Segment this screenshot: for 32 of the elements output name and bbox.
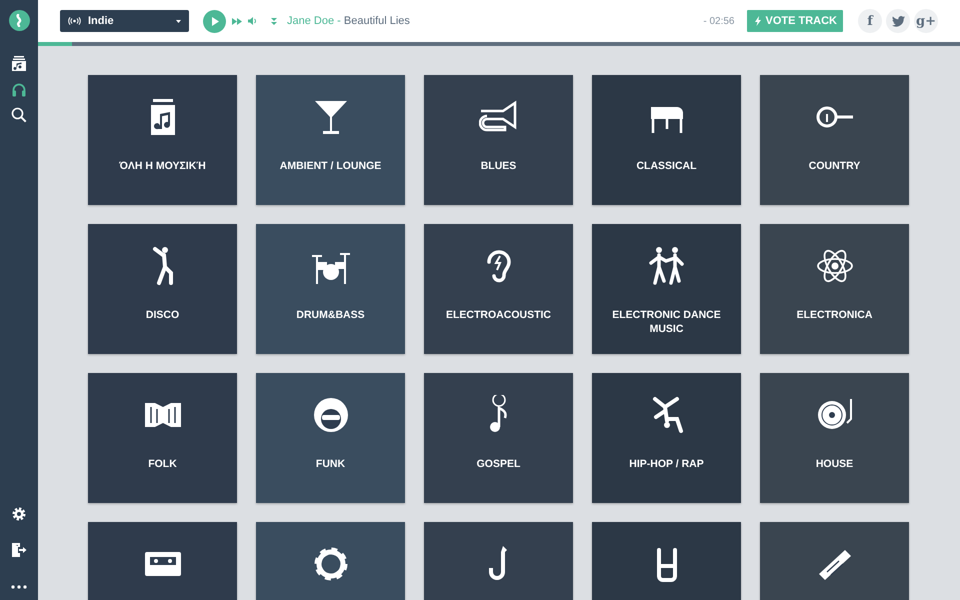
genre-tile[interactable]: FOLK [88,373,237,503]
genre-tile[interactable]: ELECTRONIC DANCE MUSIC [592,224,741,354]
genre-tile[interactable]: COUNTRY [760,75,909,205]
genre-tile[interactable]: ΌΛΗ Η ΜΟΥΣΙΚΉ [88,75,237,205]
genre-tile[interactable]: AMBIENT / LOUNGE [256,75,405,205]
lightning-icon [754,16,760,26]
genre-tile[interactable]: GOSPEL [424,373,573,503]
genre-tile[interactable]: BLUES [424,75,573,205]
settings-icon[interactable] [11,506,27,522]
genre-tile[interactable]: CLASSICAL [592,75,741,205]
headphones-icon[interactable] [11,81,27,97]
logo-icon[interactable] [8,10,30,31]
now-playing-text: Jane Doe - Beautiful Lies [287,15,410,27]
genre-tile[interactable]: DRUM&BASS [256,224,405,354]
genre-tile[interactable]: HIP-HOP / RAP [592,373,741,503]
genre-tile[interactable]: ELECTROACOUSTIC [424,224,573,354]
genre-tile[interactable]: HOUSE [760,373,909,503]
dancing-couple-icon [646,246,686,286]
library-icon[interactable] [11,55,27,71]
play-icon [210,16,218,26]
logout-icon[interactable] [11,542,27,558]
radio-icon [68,17,81,25]
station-dropdown[interactable]: Indie [60,10,189,32]
caret-icon [176,20,181,22]
genre-tile[interactable]: DISCO [88,224,237,354]
bird-icon[interactable] [886,9,910,33]
share-button[interactable]: f [858,9,882,33]
genre-tile[interactable]: ELECTRONICA [760,224,909,354]
track-time: - 02:56 [703,16,734,26]
genre-tile[interactable]: FUNK [256,373,405,503]
search-icon[interactable] [11,107,27,123]
share-button[interactable]: g+ [914,9,938,33]
